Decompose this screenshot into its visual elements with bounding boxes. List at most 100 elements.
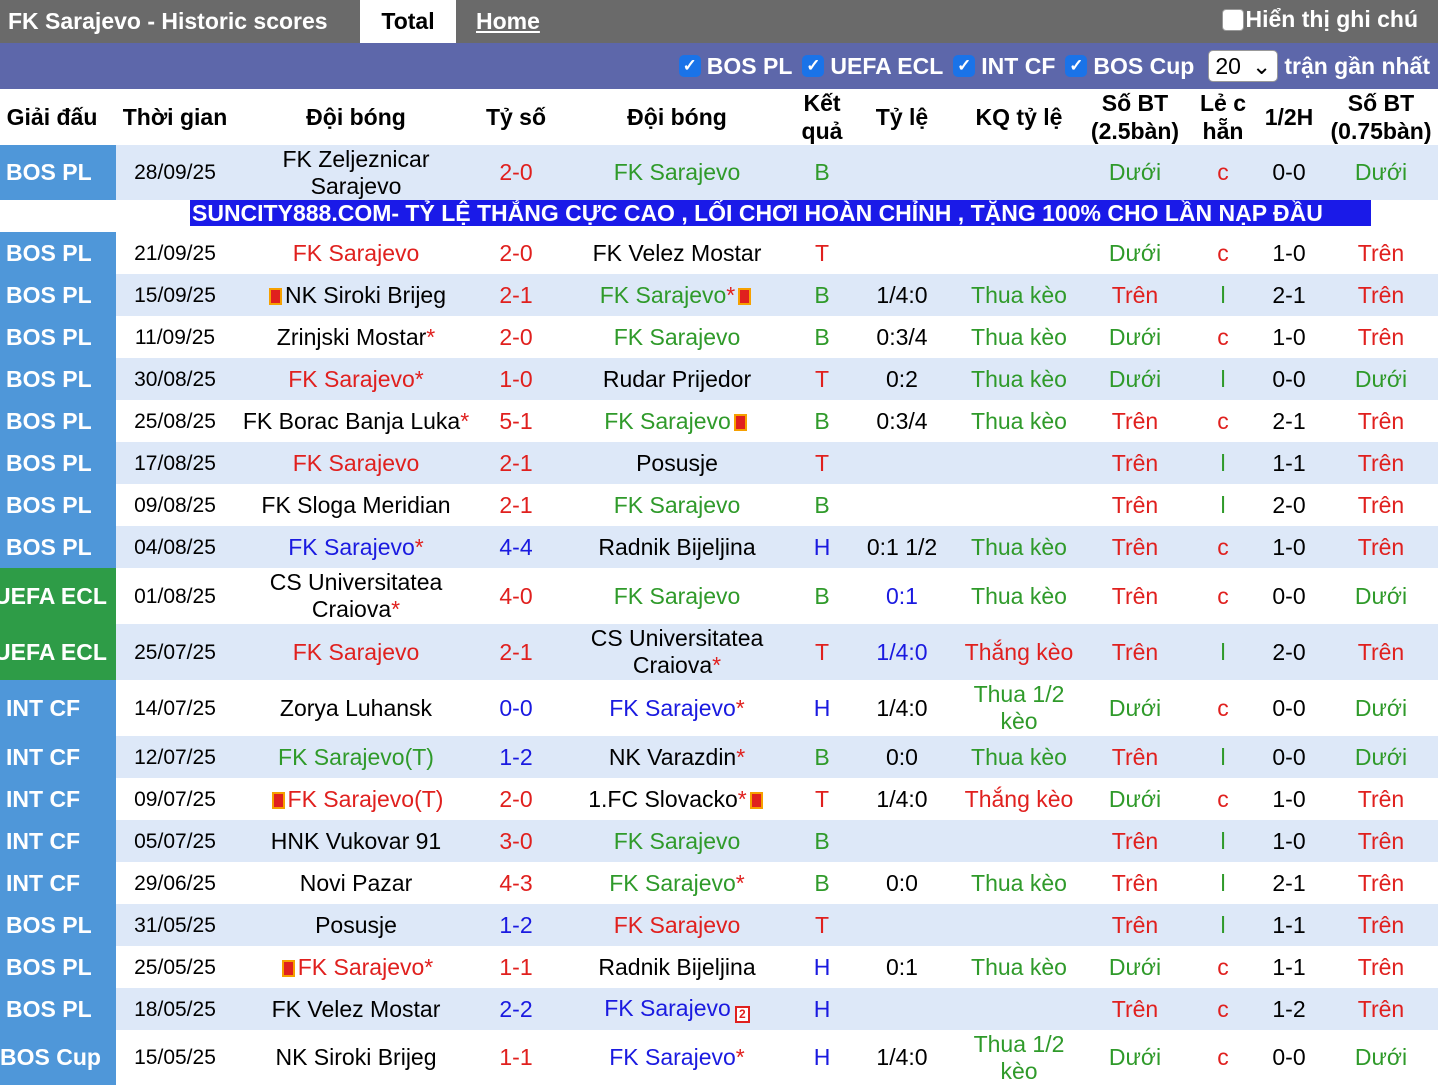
home-team-link[interactable]: Zorya Luhansk: [280, 695, 432, 721]
half-time-score: 0-0: [1272, 1044, 1306, 1070]
goals-0-75: Trên: [1357, 785, 1405, 812]
away-team-link[interactable]: NK Varazdin: [609, 744, 736, 770]
away-team-link[interactable]: FK Sarajevo: [604, 995, 731, 1021]
home-team-link[interactable]: FK Sarajevo: [293, 240, 420, 266]
home-team-link[interactable]: HNK Vukovar 91: [271, 828, 441, 854]
show-notes-checkbox[interactable]: [1221, 8, 1244, 31]
away-team-link[interactable]: FK Sarajevo: [609, 695, 736, 721]
table-row[interactable]: INT CF 29/06/25 Novi Pazar 4-3 FK Sarajevo* B…: [0, 862, 1438, 904]
away-team-link[interactable]: Radnik Bijeljina: [598, 534, 755, 560]
away-team-link[interactable]: FK Sarajevo: [614, 324, 741, 350]
table-row[interactable]: BOS PL 30/08/25 FK Sarajevo* 1-0 Rudar Prije…: [0, 358, 1438, 400]
away-team-link[interactable]: Posusje: [636, 450, 718, 476]
away-team-link[interactable]: 1.FC Slovacko: [588, 786, 738, 812]
home-team-link[interactable]: Zrinjski Mostar: [277, 324, 427, 350]
table-row[interactable]: INT CF 14/07/25 Zorya Luhansk 0-0 FK Sarajev…: [0, 680, 1438, 736]
away-team-link[interactable]: FK Sarajevo: [614, 583, 741, 609]
away-team-link[interactable]: FK Sarajevo: [614, 492, 741, 518]
table-row[interactable]: BOS PL 18/05/25 FK Velez Mostar 2-2 FK Saraj…: [0, 988, 1438, 1030]
away-team-link[interactable]: FK Sarajevo: [609, 1044, 736, 1070]
home-team-link[interactable]: FK Sarajevo(T): [288, 786, 444, 812]
home-team-link[interactable]: FK Sarajevo(T): [278, 744, 434, 770]
table-row[interactable]: BOS PL 15/09/25 NK Siroki Brijeg 2-1 FK Sara…: [0, 274, 1438, 316]
check-icon[interactable]: ✓: [953, 55, 976, 77]
goals-2-5-cell: Dưới: [1078, 680, 1192, 736]
half-time-cell: 1-1: [1254, 946, 1324, 988]
half-time-score: 2-1: [1272, 869, 1306, 896]
score-home: 2: [499, 785, 513, 812]
table-row[interactable]: UEFA ECL 01/08/25 CS Universitatea Craiova…: [0, 568, 1438, 624]
home-team-link[interactable]: FK Sarajevo: [293, 639, 420, 665]
home-team-link[interactable]: FK Sarajevo: [288, 366, 415, 392]
away-team-link[interactable]: CS Universitatea Craiova: [591, 625, 764, 678]
table-row[interactable]: BOS PL 17/08/25 FK Sarajevo 2-1 Posusje T Trên…: [0, 442, 1438, 484]
table-row[interactable]: INT CF 05/07/25 HNK Vukovar 91 3-0 FK Saraje…: [0, 820, 1438, 862]
goals-0-75: Trên: [1357, 995, 1405, 1022]
home-team-link[interactable]: FK Sloga Meridian: [261, 492, 450, 518]
away-team-link[interactable]: FK Sarajevo: [604, 408, 731, 434]
table-row[interactable]: BOS PL 21/09/25 FK Sarajevo 2-0 FK Velez Mos…: [0, 232, 1438, 274]
tab-total[interactable]: Total: [360, 0, 456, 43]
table-row[interactable]: INT CF 09/07/25 FK Sarajevo(T) 2-0 1.FC Slov…: [0, 778, 1438, 820]
table-row[interactable]: BOS PL 09/08/25 FK Sloga Meridian 2-1 FK Sar…: [0, 484, 1438, 526]
home-team-link[interactable]: Novi Pazar: [300, 870, 412, 896]
away-team-link[interactable]: FK Sarajevo: [614, 828, 741, 854]
table-row[interactable]: BOS PL 04/08/25 FK Sarajevo* 4-4 Radnik Bije…: [0, 526, 1438, 568]
score-home: 2: [499, 281, 513, 308]
table-row[interactable]: BOS PL 31/05/25 Posusje 1-2 FK Sarajevo T Trên…: [0, 904, 1438, 946]
away-team-link[interactable]: Radnik Bijeljina: [598, 954, 755, 980]
result-badge: B: [814, 491, 830, 518]
odd-even-cell: l: [1192, 736, 1254, 778]
table-row[interactable]: BOS PL 25/05/25 FK Sarajevo* 1-1 Radnik Bije…: [0, 946, 1438, 988]
table-row[interactable]: BOS PL 11/09/25 Zrinjski Mostar* 2-0 FK Sara…: [0, 316, 1438, 358]
check-icon[interactable]: ✓: [678, 55, 701, 77]
away-team-link[interactable]: FK Sarajevo: [614, 159, 741, 185]
home-team-link[interactable]: FK Sarajevo: [298, 954, 425, 980]
home-team-link[interactable]: CS Universitatea Craiova: [270, 569, 443, 622]
score-home: 3: [499, 827, 513, 854]
home-team-link[interactable]: NK Siroki Brijeg: [285, 282, 446, 308]
half-time-cell: 0-0: [1254, 680, 1324, 736]
home-team-link[interactable]: FK Velez Mostar: [272, 996, 441, 1022]
tab-home[interactable]: Home: [456, 0, 560, 43]
show-notes-toggle[interactable]: Hiển thị ghi chú: [1221, 6, 1418, 33]
check-icon[interactable]: ✓: [1065, 55, 1088, 77]
away-team-link[interactable]: FK Sarajevo: [614, 912, 741, 938]
home-team-link[interactable]: FK Borac Banja Luka: [243, 408, 460, 434]
away-team-link[interactable]: FK Velez Mostar: [593, 240, 762, 266]
away-team-link[interactable]: FK Sarajevo: [609, 870, 736, 896]
check-icon[interactable]: ✓: [802, 55, 825, 77]
score-away: 1: [519, 407, 533, 434]
score-home: 1: [499, 1044, 513, 1070]
odd-even-cell: c: [1192, 316, 1254, 358]
home-team-link[interactable]: FK Sarajevo: [288, 534, 415, 560]
odds-result: Thắng kèo: [964, 785, 1074, 812]
filter-bos-pl[interactable]: ✓ BOS PL: [678, 53, 792, 80]
table-row[interactable]: BOS PL 25/08/25 FK Borac Banja Luka* 5-1 FK …: [0, 400, 1438, 442]
home-team-link[interactable]: Posusje: [315, 912, 397, 938]
match-date: 29/06/25: [134, 871, 216, 895]
home-team-cell: FK Borac Banja Luka*: [234, 400, 478, 442]
table-row[interactable]: INT CF 12/07/25 FK Sarajevo(T) 1-2 NK Varazd…: [0, 736, 1438, 778]
table-row[interactable]: BOS PL 28/09/25 FK Zeljeznicar Sarajevo 2-0…: [0, 145, 1438, 200]
result-cell: B: [800, 862, 844, 904]
filter-uefa-ecl[interactable]: ✓ UEFA ECL: [802, 53, 943, 80]
table-row[interactable]: BOS Cup 15/05/25 NK Siroki Brijeg 1-1 FK Sar…: [0, 1030, 1438, 1085]
home-team-link[interactable]: NK Siroki Brijeg: [275, 1044, 436, 1070]
odds-value: 0:3/4: [876, 407, 928, 434]
odd-even: c: [1217, 1044, 1229, 1070]
table-row[interactable]: UEFA ECL 25/07/25 FK Sarajevo 2-1 CS Univers…: [0, 624, 1438, 680]
away-team-link[interactable]: Rudar Prijedor: [603, 366, 751, 392]
home-team-link[interactable]: FK Zeljeznicar Sarajevo: [283, 146, 430, 199]
ad-banner[interactable]: SUNCITY888.COM- TỶ LỆ THẮNG CỰC CAO , LỐ…: [190, 200, 1371, 226]
recent-count-select[interactable]: 20 ⌄: [1208, 50, 1279, 82]
filter-int-cf[interactable]: ✓ INT CF: [953, 53, 1055, 80]
home-team-link[interactable]: FK Sarajevo: [293, 450, 420, 476]
score-separator: -: [512, 449, 520, 476]
away-team-link[interactable]: FK Sarajevo: [600, 282, 727, 308]
half-time-score: 2-0: [1272, 491, 1306, 518]
goals-0-75-cell: Trên: [1324, 820, 1438, 862]
filter-bos-cup[interactable]: ✓ BOS Cup: [1065, 53, 1194, 80]
asterisk-icon: *: [735, 694, 745, 721]
score-cell: 2-0: [478, 316, 554, 358]
